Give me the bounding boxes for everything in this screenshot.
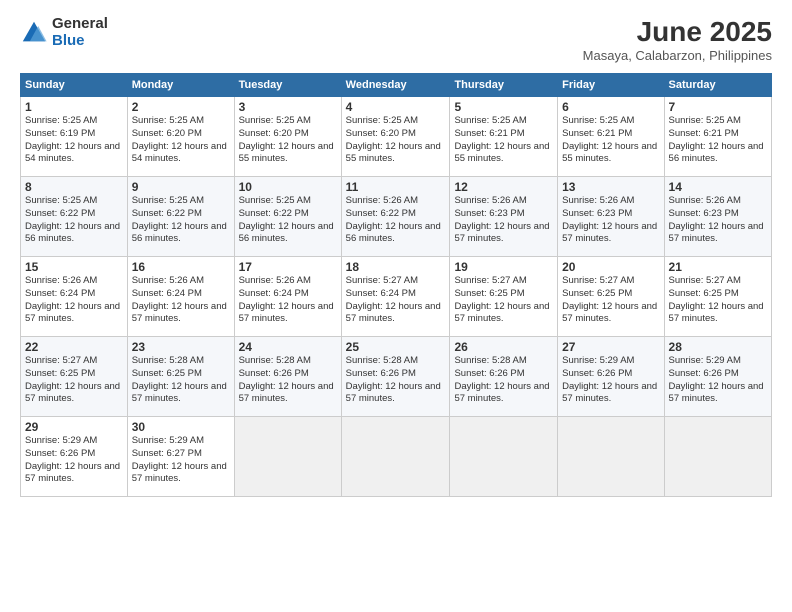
table-row (558, 417, 664, 497)
table-row: 17Sunrise: 5:26 AMSunset: 6:24 PMDayligh… (234, 257, 341, 337)
table-row: 7Sunrise: 5:25 AMSunset: 6:21 PMDaylight… (664, 97, 771, 177)
logo: General Blue (20, 16, 108, 49)
table-row: 30Sunrise: 5:29 AMSunset: 6:27 PMDayligh… (127, 417, 234, 497)
col-sunday: Sunday (21, 74, 128, 97)
col-saturday: Saturday (664, 74, 771, 97)
table-row (664, 417, 771, 497)
table-row: 23Sunrise: 5:28 AMSunset: 6:25 PMDayligh… (127, 337, 234, 417)
table-row: 24Sunrise: 5:28 AMSunset: 6:26 PMDayligh… (234, 337, 341, 417)
table-row: 28Sunrise: 5:29 AMSunset: 6:26 PMDayligh… (664, 337, 771, 417)
table-row: 18Sunrise: 5:27 AMSunset: 6:24 PMDayligh… (341, 257, 450, 337)
table-row (234, 417, 341, 497)
logo-blue: Blue (52, 33, 108, 50)
col-wednesday: Wednesday (341, 74, 450, 97)
logo-general: General (52, 16, 108, 33)
table-row: 29Sunrise: 5:29 AMSunset: 6:26 PMDayligh… (21, 417, 128, 497)
header: General Blue June 2025 Masaya, Calabarzo… (20, 16, 772, 63)
table-row: 5Sunrise: 5:25 AMSunset: 6:21 PMDaylight… (450, 97, 558, 177)
table-row: 16Sunrise: 5:26 AMSunset: 6:24 PMDayligh… (127, 257, 234, 337)
table-row: 19Sunrise: 5:27 AMSunset: 6:25 PMDayligh… (450, 257, 558, 337)
col-friday: Friday (558, 74, 664, 97)
table-row: 11Sunrise: 5:26 AMSunset: 6:22 PMDayligh… (341, 177, 450, 257)
table-row: 4Sunrise: 5:25 AMSunset: 6:20 PMDaylight… (341, 97, 450, 177)
table-row: 1Sunrise: 5:25 AMSunset: 6:19 PMDaylight… (21, 97, 128, 177)
table-row: 20Sunrise: 5:27 AMSunset: 6:25 PMDayligh… (558, 257, 664, 337)
table-row: 22Sunrise: 5:27 AMSunset: 6:25 PMDayligh… (21, 337, 128, 417)
table-row: 14Sunrise: 5:26 AMSunset: 6:23 PMDayligh… (664, 177, 771, 257)
col-tuesday: Tuesday (234, 74, 341, 97)
table-row: 15Sunrise: 5:26 AMSunset: 6:24 PMDayligh… (21, 257, 128, 337)
subtitle: Masaya, Calabarzon, Philippines (583, 48, 772, 63)
table-row: 9Sunrise: 5:25 AMSunset: 6:22 PMDaylight… (127, 177, 234, 257)
table-row: 8Sunrise: 5:25 AMSunset: 6:22 PMDaylight… (21, 177, 128, 257)
table-row: 21Sunrise: 5:27 AMSunset: 6:25 PMDayligh… (664, 257, 771, 337)
logo-text: General Blue (52, 16, 108, 49)
logo-icon (20, 19, 48, 47)
table-row: 6Sunrise: 5:25 AMSunset: 6:21 PMDaylight… (558, 97, 664, 177)
col-monday: Monday (127, 74, 234, 97)
table-row: 2Sunrise: 5:25 AMSunset: 6:20 PMDaylight… (127, 97, 234, 177)
table-row: 26Sunrise: 5:28 AMSunset: 6:26 PMDayligh… (450, 337, 558, 417)
title-block: June 2025 Masaya, Calabarzon, Philippine… (583, 16, 772, 63)
table-row (341, 417, 450, 497)
table-row: 3Sunrise: 5:25 AMSunset: 6:20 PMDaylight… (234, 97, 341, 177)
table-row: 12Sunrise: 5:26 AMSunset: 6:23 PMDayligh… (450, 177, 558, 257)
table-row: 27Sunrise: 5:29 AMSunset: 6:26 PMDayligh… (558, 337, 664, 417)
page: General Blue June 2025 Masaya, Calabarzo… (0, 0, 792, 612)
table-row: 25Sunrise: 5:28 AMSunset: 6:26 PMDayligh… (341, 337, 450, 417)
col-thursday: Thursday (450, 74, 558, 97)
table-row (450, 417, 558, 497)
table-row: 10Sunrise: 5:25 AMSunset: 6:22 PMDayligh… (234, 177, 341, 257)
table-row: 13Sunrise: 5:26 AMSunset: 6:23 PMDayligh… (558, 177, 664, 257)
calendar: Sunday Monday Tuesday Wednesday Thursday… (20, 73, 772, 497)
main-title: June 2025 (583, 16, 772, 48)
